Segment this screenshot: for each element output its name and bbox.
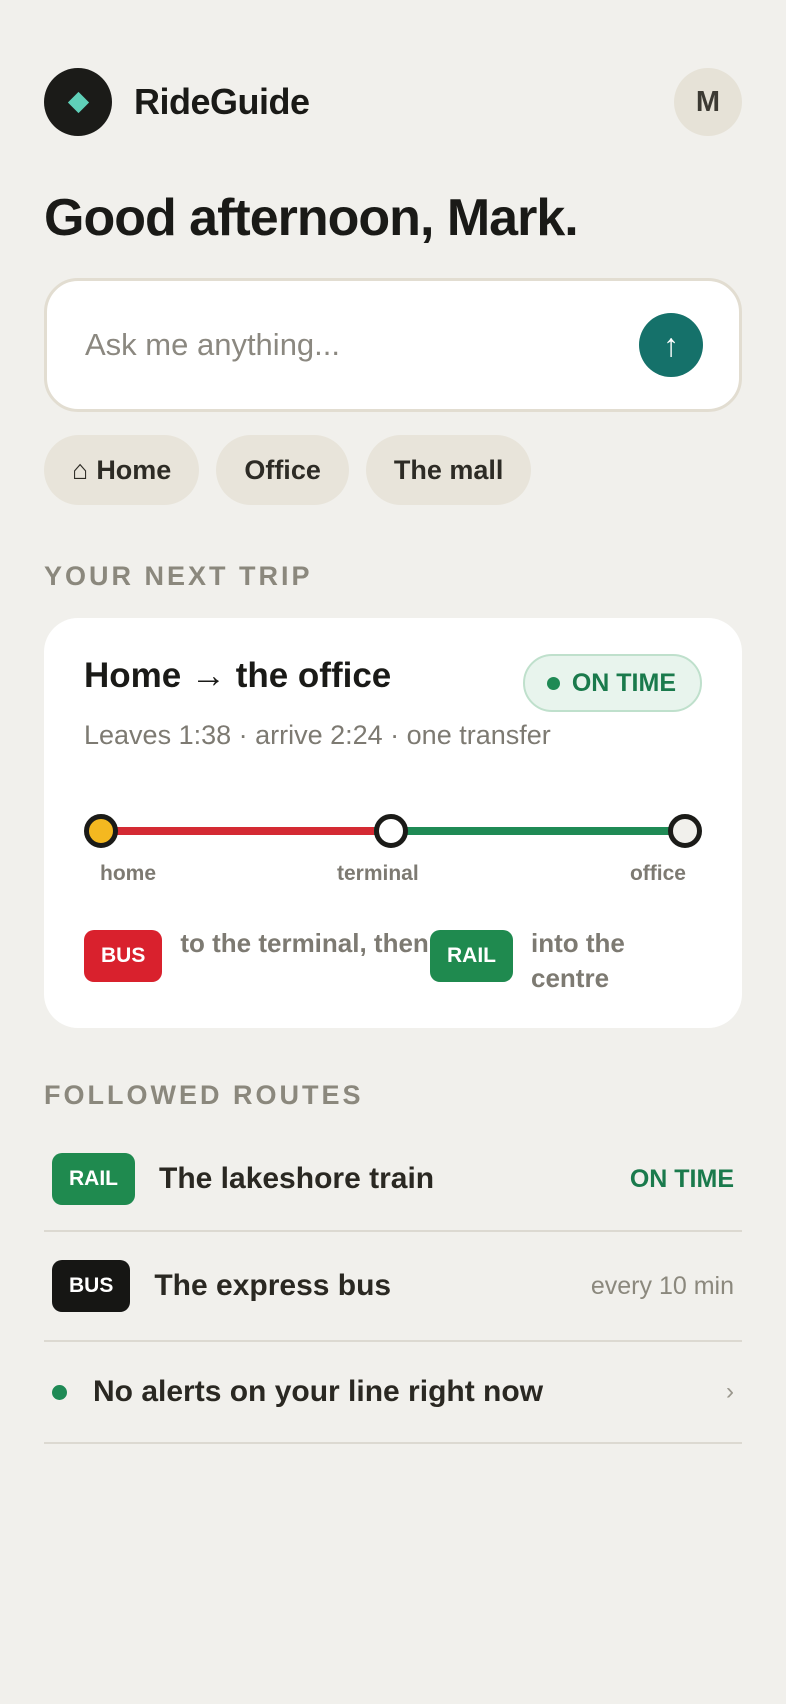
app-logo[interactable] [44, 68, 112, 136]
status-label: ON TIME [571, 668, 676, 697]
stop-label-office: office [629, 862, 686, 885]
stop-home-marker [84, 814, 118, 848]
route-frequency: every 10 min [590, 1271, 734, 1300]
bus-badge: BUS [84, 930, 163, 982]
trip-title: Home → the office [84, 656, 392, 695]
next-trip-heading: YOUR NEXT TRIP [44, 561, 313, 591]
greeting: Good afternoon, Mark. [44, 189, 579, 247]
route-name: The express bus [154, 1269, 392, 1302]
rail-badge: RAIL [52, 1153, 135, 1205]
home-icon: ⌂ [72, 454, 89, 485]
leg-description: to the terminal, then [180, 928, 429, 958]
status-dot-icon [52, 1384, 67, 1400]
next-trip-card[interactable]: Home → the office ON TIME Leaves 1:38 · … [44, 618, 742, 1028]
stop-terminal-marker [374, 814, 408, 848]
trip-legs: BUS to the terminal, then RAIL into the … [84, 926, 702, 996]
quick-places: ⌂ Home Office The mall [44, 435, 532, 505]
chip-label: Office [244, 454, 321, 485]
arrow-up-icon: ↑ [663, 326, 679, 363]
ask-box: ↑ [44, 278, 742, 412]
rail-segment [374, 827, 685, 835]
ask-input[interactable] [85, 327, 565, 363]
avatar[interactable]: M [674, 68, 742, 136]
bus-badge: BUS [52, 1260, 131, 1312]
leg-rail: RAIL into the centre [430, 926, 702, 996]
stop-office-marker [668, 814, 702, 848]
app-name: RideGuide [134, 81, 310, 122]
alerts-row[interactable]: No alerts on your line right now › [44, 1342, 742, 1444]
brand: RideGuide [44, 68, 310, 136]
chip-label: Home [96, 454, 172, 485]
route-name: The lakeshore train [159, 1162, 435, 1195]
send-button[interactable]: ↑ [639, 313, 703, 377]
app-header: RideGuide M [44, 68, 742, 136]
chevron-right-icon: › [726, 1378, 734, 1405]
status-dot-icon [546, 676, 560, 690]
leg-bus: BUS to the terminal, then [84, 926, 430, 996]
stop-label-terminal: terminal [337, 862, 419, 885]
chip-office[interactable]: Office [216, 435, 349, 505]
followed-routes-heading: FOLLOWED ROUTES [44, 1080, 364, 1110]
route-diagram [84, 814, 702, 848]
diamond-icon [67, 91, 89, 113]
status-badge: ON TIME [522, 654, 702, 712]
rail-badge: RAIL [430, 930, 513, 982]
stop-label-home: home [100, 862, 157, 885]
bus-segment [101, 827, 391, 835]
alerts-text: No alerts on your line right now [93, 1375, 544, 1408]
chip-label: The mall [393, 454, 504, 485]
chip-the-mall[interactable]: The mall [365, 435, 532, 505]
route-row-express-bus[interactable]: BUS The express bus every 10 min [44, 1232, 742, 1342]
route-row-lakeshore[interactable]: RAIL The lakeshore train ON TIME [44, 1128, 742, 1232]
leg-description: into the centre [531, 928, 625, 993]
trip-summary: Leaves 1:38 · arrive 2:24 · one transfer [84, 720, 551, 750]
chip-home[interactable]: ⌂ Home [44, 435, 200, 505]
route-status: ON TIME [629, 1164, 734, 1193]
